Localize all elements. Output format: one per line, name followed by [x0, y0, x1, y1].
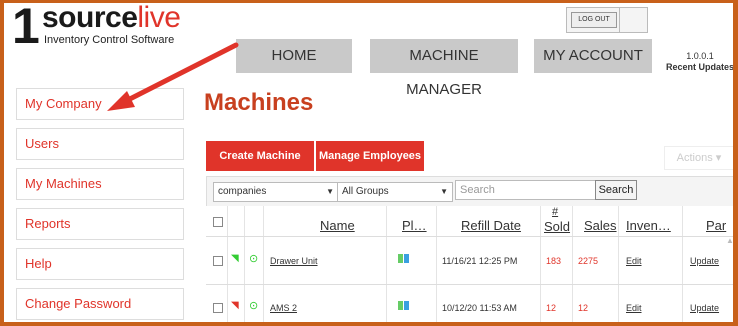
annotation-arrow — [107, 42, 239, 111]
app-frame: 1 sourcelive Inventory Control Software … — [4, 3, 733, 322]
